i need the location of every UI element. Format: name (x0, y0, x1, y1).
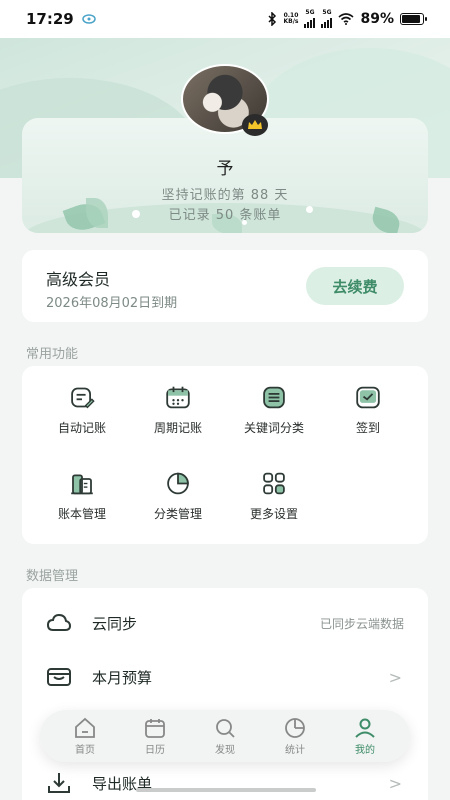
func-more-settings[interactable]: 更多设置 (226, 452, 322, 522)
signal-icon (321, 16, 333, 28)
net-speed-unit: KB/s (283, 18, 299, 25)
username: 予 (216, 159, 234, 179)
nav-label: 首页 (75, 745, 95, 756)
func-label: 周期记账 (153, 421, 202, 435)
func-keyword-category[interactable]: 关键词分类 (226, 366, 322, 436)
days-streak-text: 坚持记账的第 88 天 (161, 188, 289, 203)
status-bar: 17:29 0.10 KB/s 5G 5G 89% (0, 0, 450, 38)
data-management-card: 云同步 已同步云端数据 本月预算 > 导出账单 > (22, 588, 428, 800)
calendar-icon (166, 386, 190, 409)
func-checkin[interactable]: 签到 (320, 366, 416, 436)
nav-home[interactable]: 首页 (55, 716, 115, 756)
home-indicator (136, 788, 316, 792)
auto-note-icon (71, 387, 95, 409)
wallet-icon (47, 668, 71, 686)
func-label: 分类管理 (153, 507, 202, 521)
status-right: 0.10 KB/s 5G 5G 89% (267, 10, 427, 28)
membership-card: 高级会员 2026年08月02日到期 去续费 (22, 250, 428, 322)
profile-card[interactable]: 予 坚持记账的第 88 天 已记录 50 条账单 (22, 118, 428, 233)
func-label: 更多设置 (249, 507, 298, 521)
nav-statistics[interactable]: 统计 (265, 716, 325, 756)
signal-icon (304, 16, 316, 28)
app-notification-icon (82, 14, 96, 24)
net-speed: 0.10 KB/s (283, 13, 298, 25)
wifi-icon (338, 13, 355, 25)
row-label: 云同步 (92, 614, 138, 633)
functions-section-label: 常用功能 (26, 347, 79, 362)
calendar-icon (145, 719, 165, 738)
bluetooth-icon (268, 12, 277, 26)
status-time: 17:29 (26, 10, 74, 28)
func-label: 自动记账 (57, 421, 106, 435)
membership-title: 高级会员 (46, 270, 111, 289)
nav-label: 日历 (145, 745, 165, 756)
ledger-icon (71, 474, 93, 495)
row-label: 本月预算 (92, 668, 153, 687)
func-label: 关键词分类 (243, 421, 304, 435)
checkin-icon (356, 386, 380, 409)
data-section-label: 数据管理 (26, 569, 79, 584)
functions-card: 自动记账 周期记账 关键词分类 签到 账本管理 分类管理 更多设置 (22, 366, 428, 544)
row-monthly-budget[interactable]: 本月预算 > (22, 650, 428, 704)
user-icon (355, 718, 375, 738)
battery-percent: 89% (360, 11, 394, 27)
chevron-right-icon: > (388, 667, 402, 687)
func-label: 签到 (355, 421, 380, 435)
chevron-right-icon: > (388, 773, 402, 793)
download-icon (48, 773, 70, 793)
nav-label: 发现 (215, 745, 235, 756)
func-auto-record[interactable]: 自动记账 (34, 366, 130, 436)
status-left: 17:29 (26, 10, 96, 28)
search-icon (216, 719, 235, 738)
nav-label: 统计 (285, 745, 305, 756)
home-icon (75, 717, 95, 738)
func-label: 账本管理 (57, 507, 106, 521)
keyword-list-icon (263, 386, 285, 409)
sync-status-text: 已同步云端数据 (319, 616, 404, 631)
records-count-text: 已记录 50 条账单 (168, 208, 282, 223)
pie-icon (167, 472, 189, 495)
func-ledger-management[interactable]: 账本管理 (34, 452, 130, 522)
row-export-bills[interactable]: 导出账单 > (22, 756, 428, 800)
nav-label: 我的 (355, 745, 375, 756)
nav-discover[interactable]: 发现 (195, 716, 255, 756)
membership-expiry: 2026年08月02日到期 (46, 296, 178, 311)
nav-calendar[interactable]: 日历 (125, 716, 185, 756)
grid-icon (263, 472, 285, 495)
pie-chart-icon (285, 718, 305, 738)
renew-button[interactable]: 去续费 (306, 267, 404, 305)
func-periodic-record[interactable]: 周期记账 (130, 366, 226, 436)
func-category-management[interactable]: 分类管理 (130, 452, 226, 522)
crown-icon (242, 114, 268, 136)
bottom-nav: 首页 日历 发现 统计 我的 (40, 710, 410, 762)
cloud-icon (46, 613, 72, 631)
row-cloud-sync[interactable]: 云同步 已同步云端数据 (22, 596, 428, 650)
nav-mine[interactable]: 我的 (335, 716, 395, 756)
battery-icon (400, 13, 427, 25)
sim1-signal: 5G (304, 10, 316, 28)
sim2-signal: 5G (321, 10, 333, 28)
